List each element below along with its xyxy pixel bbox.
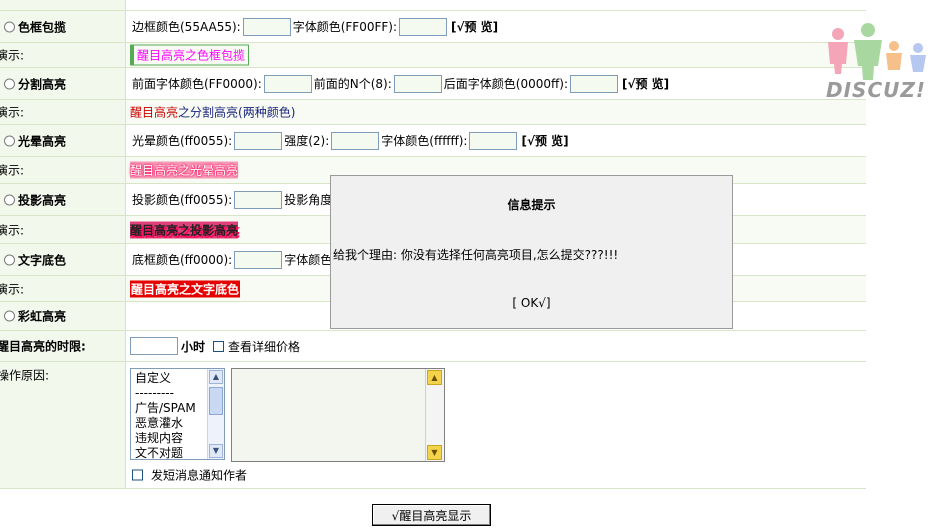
notify-author-label: 发短消息通知作者 (151, 468, 248, 483)
list-item[interactable]: 文不对题 (135, 446, 206, 459)
radio-bgcolor[interactable] (4, 254, 15, 265)
duration-row: 醒目高亮的时限: 小时 查看详细价格 (0, 331, 866, 362)
scroll-down-icon[interactable]: ▼ (209, 444, 223, 458)
field-label: 字体颜色(FF00FF): (292, 20, 397, 34)
info-dialog: 信息提示 给我个理由: 你没有选择任何高亮项目,怎么提交???!!! [ OK√… (330, 175, 733, 329)
radio-frame[interactable] (4, 21, 15, 32)
list-item[interactable]: --------- (135, 386, 206, 401)
scroll-up-icon[interactable]: ▲ (427, 370, 442, 385)
option-title: 彩虹高亮 (18, 309, 67, 324)
list-item[interactable]: 广告/SPAM (135, 401, 206, 416)
glow-color-input[interactable] (234, 131, 283, 150)
family-figures-icon (828, 23, 926, 80)
field-label: 前面字体颜色(FF0000): (132, 77, 262, 91)
option-row-split: 分割高亮 前面字体颜色(FF0000): 前面的N个(8): 后面字体颜色(00… (0, 68, 866, 100)
front-color-input[interactable] (263, 74, 312, 93)
demo-label: 演示: (0, 163, 25, 178)
strength-input[interactable] (331, 131, 380, 150)
list-item[interactable]: 违规内容 (135, 431, 206, 446)
scroll-down-icon[interactable]: ▼ (427, 445, 442, 460)
field-label: 投影颜色(ff0055): (132, 193, 233, 207)
dialog-title: 信息提示 (507, 198, 556, 212)
preview-link[interactable]: [√预 览] (521, 132, 568, 149)
field-label: 后面字体颜色(0000ff): (443, 77, 569, 91)
submit-button[interactable]: √醒目高亮显示 (372, 504, 491, 526)
hours-input[interactable] (130, 337, 178, 355)
reason-textarea[interactable]: ▲ ▼ (231, 368, 445, 462)
scroll-up-icon[interactable]: ▲ (209, 370, 223, 384)
logo-text: DISCUZ! (826, 78, 926, 102)
field-label: 字体颜色(ffffff): (381, 134, 468, 148)
option-title: 分割高亮 (18, 77, 67, 91)
demo-row-split: 演示: 醒目高亮 之分割高亮(两种颜色) (0, 100, 866, 125)
reason-select[interactable]: 自定义 --------- 广告/SPAM 恶意灌水 违规内容 文不对题 ▲ ▼ (130, 368, 225, 460)
demo-row-frame: 演示: 醒目高亮之色框包揽 (0, 43, 866, 68)
dialog-ok-button[interactable]: [ OK√] (331, 296, 732, 310)
demo-label: 演示: (0, 282, 25, 296)
price-detail-checkbox[interactable] (213, 340, 225, 352)
list-item[interactable]: 恶意灌水 (135, 416, 206, 431)
demo-text-back: 之分割高亮(两种颜色) (178, 105, 296, 120)
price-detail-label: 查看详细价格 (228, 339, 301, 354)
notify-author-checkbox[interactable] (132, 469, 143, 481)
option-row-glow: 光晕高亮 光晕颜色(ff0055): 强度(2): 字体颜色(ffffff): … (0, 125, 866, 157)
radio-glow[interactable] (4, 135, 15, 146)
dialog-message: 给我个理由: 你没有选择任何高亮项目,怎么提交???!!! (333, 248, 619, 262)
option-title: 投影高亮 (18, 193, 67, 207)
back-color-input[interactable] (570, 74, 619, 93)
list-item[interactable]: 自定义 (135, 371, 206, 386)
field-label: 前面的N个(8): (313, 77, 392, 91)
demo-text-front: 醒目高亮 (130, 105, 179, 120)
radio-split[interactable] (4, 78, 15, 89)
shadow-color-input[interactable] (234, 190, 283, 209)
preview-link[interactable]: [√预 览] (622, 75, 669, 92)
bg-color-input[interactable] (234, 250, 283, 269)
field-label: 字体颜色( (284, 253, 337, 267)
field-label: 边框颜色(55AA55): (132, 20, 241, 34)
option-title: 文字底色 (18, 253, 67, 267)
demo-text: 醒目高亮之色框包揽 (130, 44, 250, 66)
radio-shadow[interactable] (4, 194, 15, 205)
radio-rainbow[interactable] (4, 310, 15, 322)
border-color-input[interactable] (242, 17, 291, 36)
field-label: 强度(2): (284, 134, 330, 148)
hours-unit: 小时 (181, 339, 206, 354)
textarea-scrollbar[interactable]: ▲ ▼ (425, 369, 444, 461)
scroll-thumb[interactable] (209, 387, 223, 415)
demo-text: 醒目高亮之光晕高亮 (130, 161, 239, 179)
field-label: 投影角度 (284, 193, 333, 207)
font-color-input[interactable] (399, 17, 447, 36)
reason-label: 操作原因: (0, 368, 50, 383)
demo-label: 演示: (0, 223, 25, 237)
option-row-frame: 色框包揽 边框颜色(55AA55): 字体颜色(FF00FF): [√预 览] (0, 11, 866, 43)
demo-text: 醒目高亮之投影高亮 (130, 221, 239, 238)
option-title: 光晕高亮 (18, 134, 67, 148)
demo-label: 演示: (0, 105, 25, 120)
option-title: 色框包揽 (18, 20, 67, 34)
n-count-input[interactable] (393, 74, 442, 93)
top-row (0, 0, 866, 11)
preview-link[interactable]: [√预 览] (451, 18, 498, 35)
list-scrollbar[interactable]: ▲ ▼ (207, 369, 224, 459)
demo-label: 演示: (0, 48, 25, 63)
field-label: 底框颜色(ff0000): (132, 253, 233, 267)
demo-text: 醒目高亮之文字底色 (130, 280, 241, 297)
glow-font-color-input[interactable] (469, 131, 518, 150)
field-label: 光晕颜色(ff0055): (132, 134, 233, 148)
duration-label: 醒目高亮的时限: (0, 339, 86, 354)
